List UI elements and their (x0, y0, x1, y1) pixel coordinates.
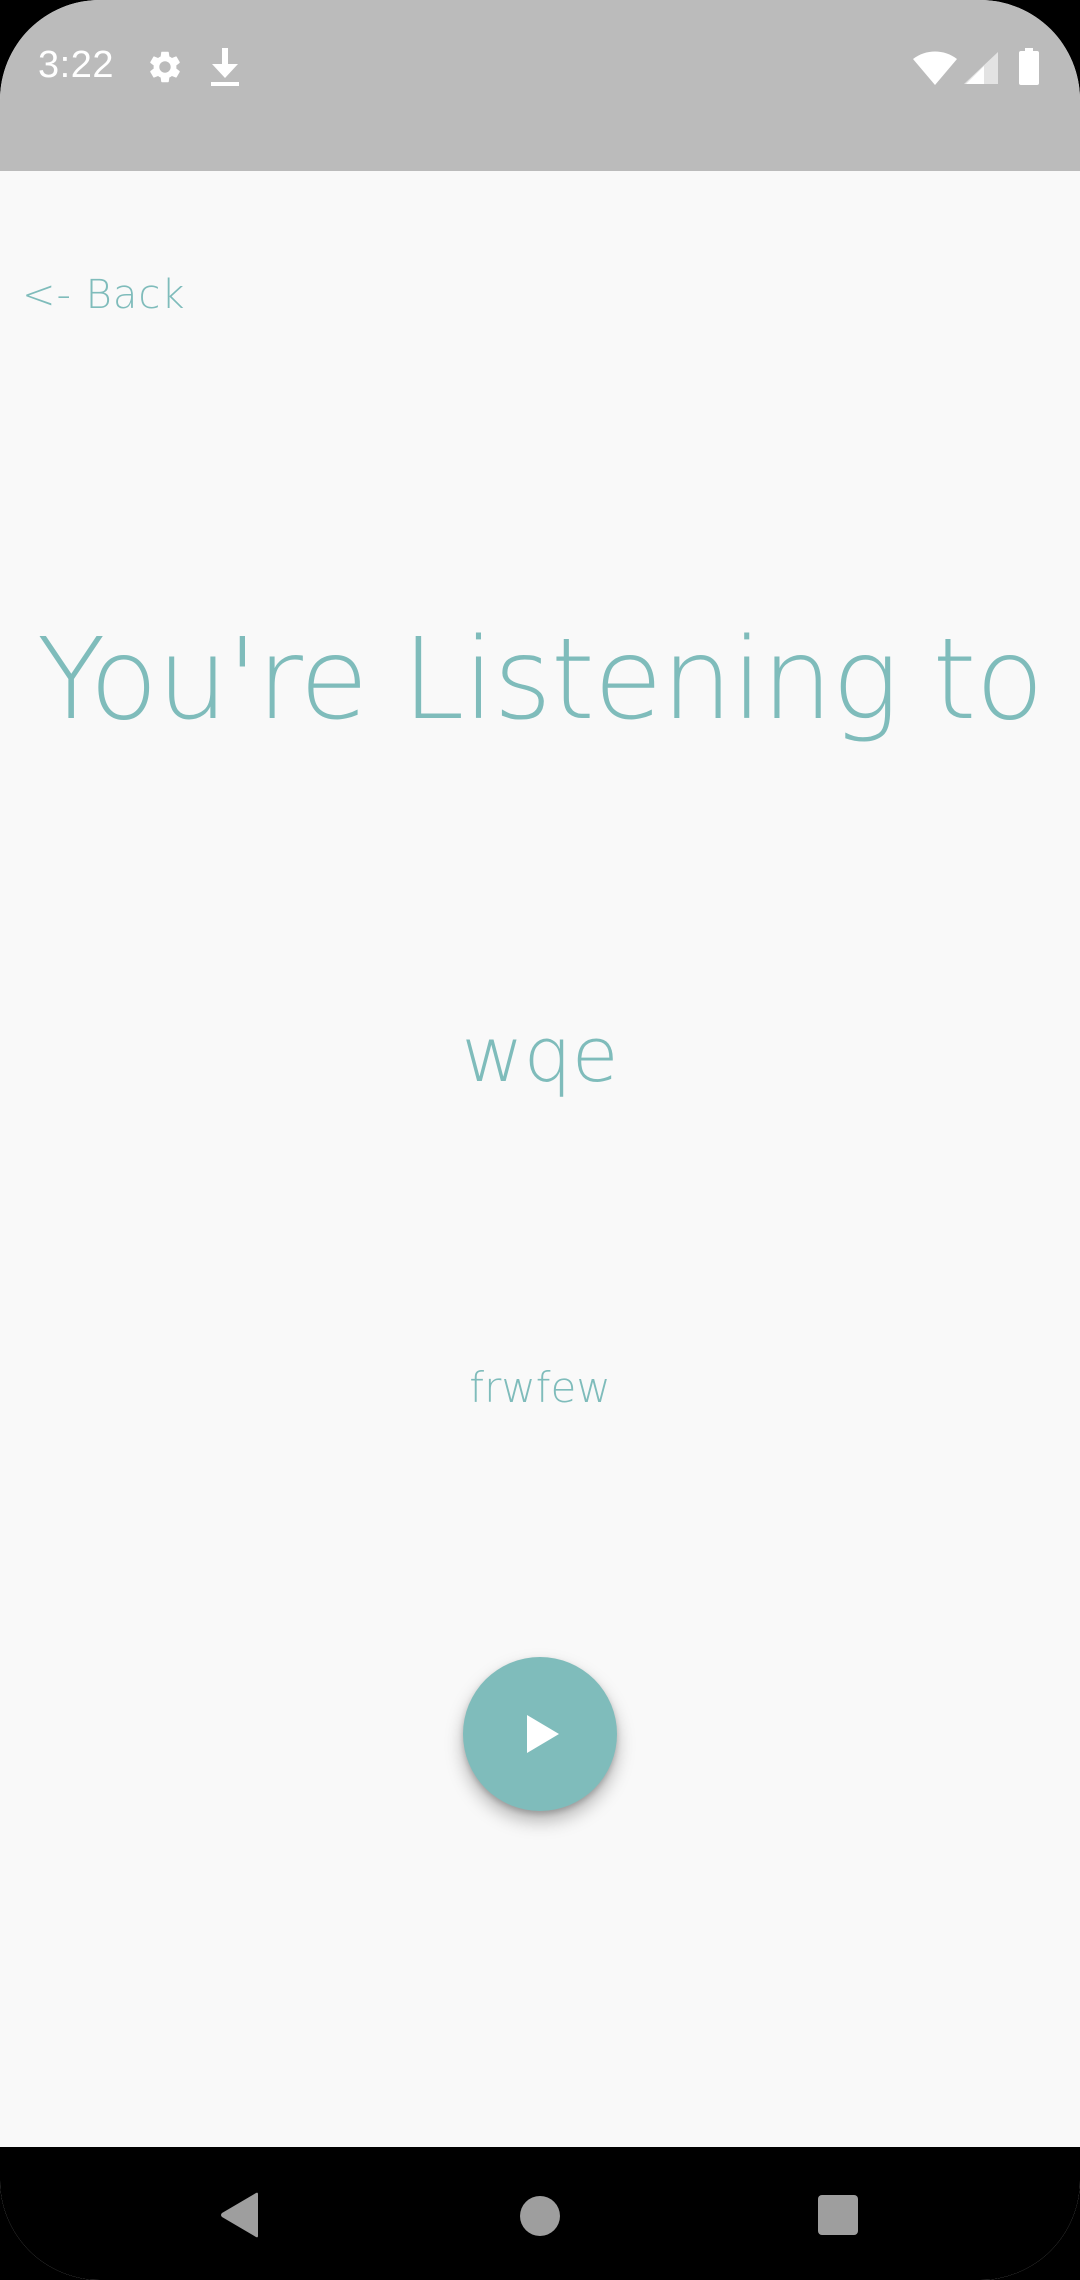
cellular-signal-icon (964, 52, 998, 84)
play-button[interactable] (463, 1657, 617, 1811)
recents-square-icon[interactable] (817, 2194, 859, 2236)
back-triangle-icon[interactable] (216, 2190, 262, 2240)
navigation-bar (0, 2147, 1080, 2280)
track-name: wqe (461, 1010, 619, 1099)
wifi-icon (913, 51, 957, 85)
artist-name: frwfew (469, 1363, 611, 1412)
device-screen: 3:22 <- Back You're Listening to wqe frw… (0, 0, 1080, 2280)
back-link[interactable]: <- Back (22, 272, 186, 318)
download-icon (211, 48, 239, 86)
page-title: You're Listening to (37, 615, 1044, 745)
play-icon (527, 1715, 559, 1753)
status-time: 3:22 (38, 44, 114, 86)
battery-icon (1019, 48, 1039, 85)
settings-icon (150, 51, 180, 83)
home-circle-icon[interactable] (518, 2194, 562, 2238)
status-bar: 3:22 (0, 0, 1080, 171)
